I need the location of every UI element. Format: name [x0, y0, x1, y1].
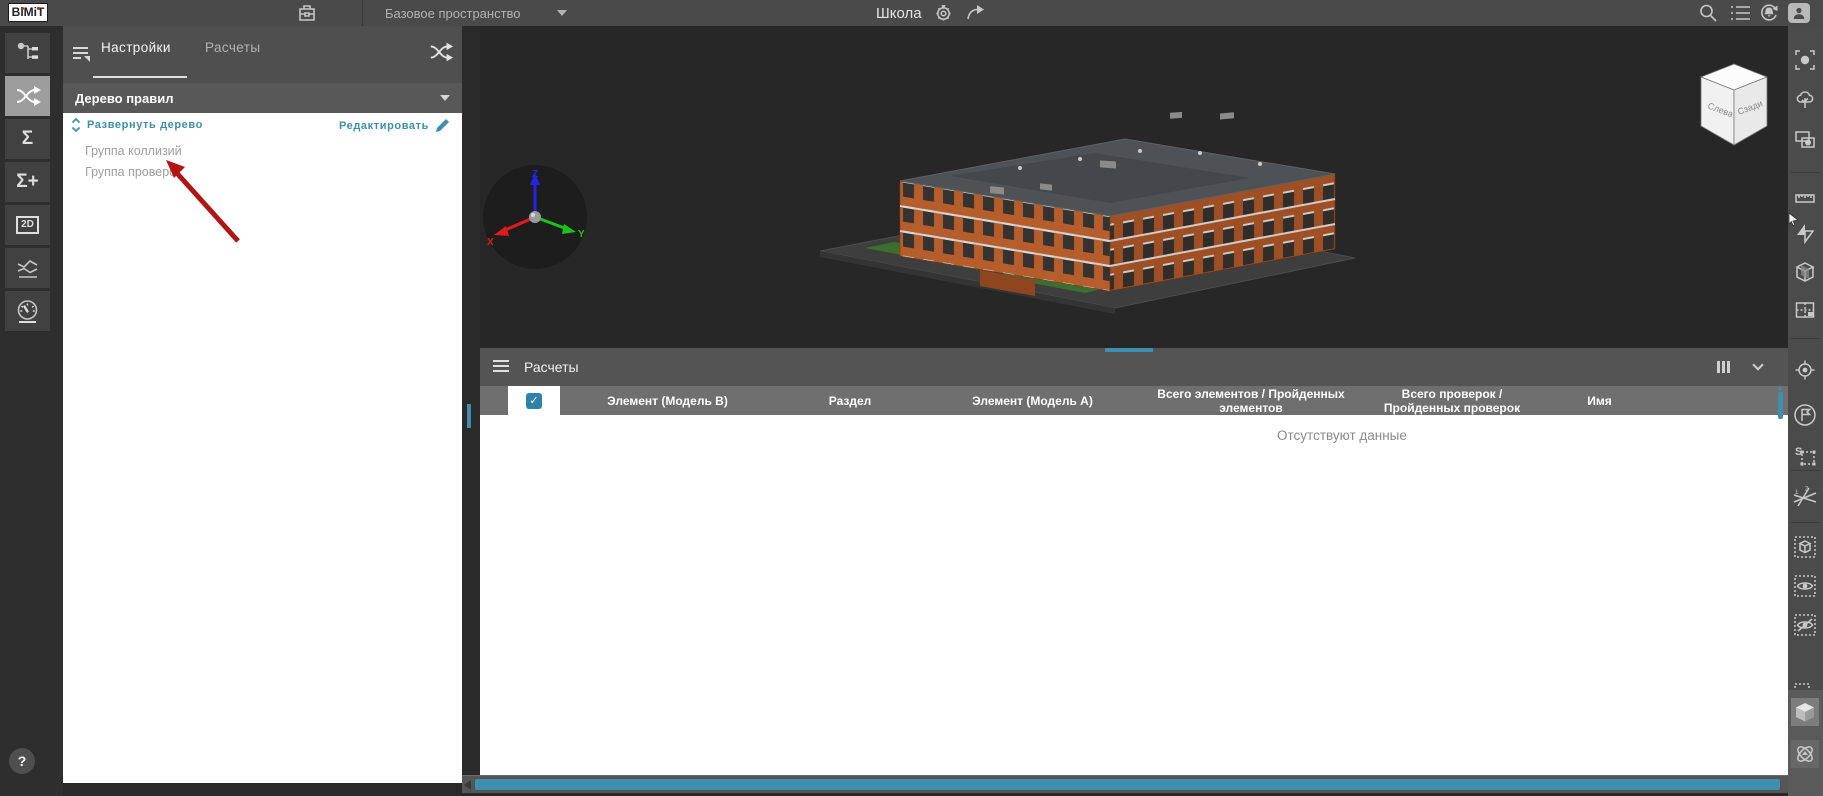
- vegetation-tree-icon[interactable]: [1791, 86, 1819, 114]
- empty-table-message: Отсутствуют данные: [1277, 428, 1407, 443]
- calculations-panel: Расчеты ✓ Элемент (Модель B) Раздел Элем…: [480, 348, 1788, 775]
- locate-target-icon[interactable]: [1791, 356, 1819, 384]
- edit-button[interactable]: Редактировать: [339, 118, 450, 133]
- share-icon[interactable]: [965, 1, 987, 25]
- column-element-model-b[interactable]: Элемент (Модель B): [560, 386, 775, 415]
- column-section[interactable]: Раздел: [775, 386, 925, 415]
- right-toolbar: S 12: [1788, 26, 1823, 796]
- notifications-sync-icon[interactable]: [1758, 1, 1780, 25]
- workspace-name: Базовое пространство: [385, 5, 521, 21]
- flash-clip-icon[interactable]: [1791, 219, 1819, 247]
- panel-collapse-icon[interactable]: [71, 44, 91, 67]
- graphs-icon[interactable]: [5, 248, 50, 288]
- workspace-selector[interactable]: Базовое пространство: [385, 0, 567, 26]
- clash-detection-icon[interactable]: [5, 76, 50, 116]
- logo-dot: [21, 7, 24, 10]
- panel-header: Настройки Расчеты: [63, 26, 462, 83]
- horizontal-scrollbar-thumb[interactable]: [475, 779, 1780, 790]
- panel-resize-handle[interactable]: [467, 404, 471, 428]
- axis-z-label: Z: [532, 169, 538, 180]
- column-total-elements[interactable]: Всего элементов / Пройденных элементов: [1140, 386, 1362, 415]
- axis-y-label: Y: [578, 229, 585, 240]
- flag-marker-icon[interactable]: [1791, 401, 1819, 429]
- tab-calculations[interactable]: Расчеты: [205, 40, 260, 55]
- edit-label: Редактировать: [338, 119, 429, 132]
- user-icon[interactable]: [1788, 3, 1810, 23]
- briefcase-icon[interactable]: [296, 1, 318, 25]
- table-vertical-scrollbar[interactable]: [1778, 385, 1783, 419]
- sum-plus-glyph: Σ+: [16, 171, 39, 192]
- sum-plus-icon[interactable]: Σ+: [5, 162, 50, 202]
- select-all-checkbox[interactable]: ✓: [526, 392, 542, 409]
- search-icon[interactable]: [1698, 1, 1718, 25]
- tree-item-checks-group[interactable]: Группа проверок: [85, 165, 182, 179]
- gear-icon[interactable]: [934, 1, 953, 25]
- school-building-model[interactable]: [780, 56, 1360, 316]
- cube-visibility-icon[interactable]: [1791, 533, 1819, 561]
- model-tree-icon[interactable]: [5, 33, 50, 73]
- navigation-cube[interactable]: Слева Сзади: [1698, 62, 1770, 152]
- selection-set-icon[interactable]: S: [1791, 441, 1819, 469]
- top-bar: BiMiT Базовое пространство Школа: [0, 0, 1823, 26]
- calculations-header: Расчеты: [480, 348, 1788, 386]
- focus-model-icon[interactable]: [1791, 46, 1819, 74]
- project-header: Школа: [876, 0, 987, 26]
- help-button[interactable]: ?: [9, 748, 35, 774]
- tree-actions-row: Развернуть дерево Редактировать: [63, 118, 462, 140]
- tree-item-collision-group[interactable]: Группа коллизий: [85, 144, 182, 158]
- project-title: Школа: [876, 4, 922, 22]
- logo-dot: [37, 7, 40, 10]
- axis-intersections-icon[interactable]: 12: [1791, 483, 1819, 511]
- app-logo[interactable]: BiMiT: [8, 3, 48, 22]
- columns-icon[interactable]: [1717, 361, 1732, 373]
- column-element-model-a[interactable]: Элемент (Модель A): [925, 386, 1140, 415]
- rules-tree-section-header[interactable]: Дерево правил: [63, 83, 462, 113]
- gauge-icon[interactable]: [5, 291, 50, 331]
- list-icon[interactable]: [1730, 1, 1752, 25]
- orbit-mode-icon[interactable]: [1791, 740, 1819, 768]
- show-elements-icon[interactable]: [1791, 572, 1819, 600]
- shuffle-icon[interactable]: [428, 40, 454, 67]
- app-root: BiMiT Базовое пространство Школа Σ Σ+ 2D…: [0, 0, 1823, 796]
- chevron-down-icon: [556, 10, 567, 16]
- horizontal-scrollbar-track[interactable]: [462, 775, 1788, 793]
- settings-panel: Настройки Расчеты Дерево правил Разверну…: [63, 26, 462, 783]
- column-name[interactable]: Имя: [1542, 386, 1657, 415]
- svg-text:1: 1: [1795, 490, 1799, 496]
- calculations-title: Расчеты: [524, 359, 579, 375]
- active-tab-underline: [93, 76, 187, 78]
- 2d-view-icon[interactable]: 2D: [5, 205, 50, 245]
- chevron-down-icon: [440, 95, 450, 101]
- left-toolbar: Σ Σ+ 2D ?: [0, 26, 63, 796]
- table-header-spacer: [480, 386, 508, 415]
- solid-view-icon[interactable]: [1791, 698, 1819, 726]
- bottom-panel-drag-handle[interactable]: [1105, 348, 1153, 352]
- topbar-divider: [362, 0, 363, 26]
- sum-glyph: Σ: [21, 128, 34, 149]
- floor-plan-icon[interactable]: [1791, 296, 1819, 324]
- 2d-glyph: 2D: [16, 216, 39, 234]
- section-cube-icon[interactable]: [1791, 258, 1819, 286]
- hide-elements-icon[interactable]: [1791, 611, 1819, 639]
- hamburger-menu-icon[interactable]: [492, 359, 510, 376]
- collapse-panel-icon[interactable]: [1752, 359, 1764, 371]
- sum-icon[interactable]: Σ: [5, 119, 50, 159]
- tab-settings[interactable]: Настройки: [101, 40, 171, 55]
- table-header-row: ✓ Элемент (Модель B) Раздел Элемент (Мод…: [480, 386, 1788, 415]
- 3d-viewport[interactable]: Z X Y Слева Сзади: [480, 26, 1788, 348]
- select-all-cell: ✓: [508, 386, 560, 415]
- axis-x-label: X: [487, 237, 494, 248]
- expand-tree-label: Развернуть дерево: [87, 119, 203, 131]
- selection-focus-icon[interactable]: [1791, 126, 1819, 154]
- section-title: Дерево правил: [75, 90, 174, 106]
- expand-tree-button[interactable]: Развернуть дерево: [71, 118, 203, 132]
- axis-gizmo[interactable]: Z X Y: [483, 165, 587, 269]
- scroll-left-arrow-icon[interactable]: [464, 780, 471, 790]
- ruler-measure-icon[interactable]: [1791, 184, 1819, 212]
- column-total-checks[interactable]: Всего проверок / Пройденных проверок: [1362, 386, 1542, 415]
